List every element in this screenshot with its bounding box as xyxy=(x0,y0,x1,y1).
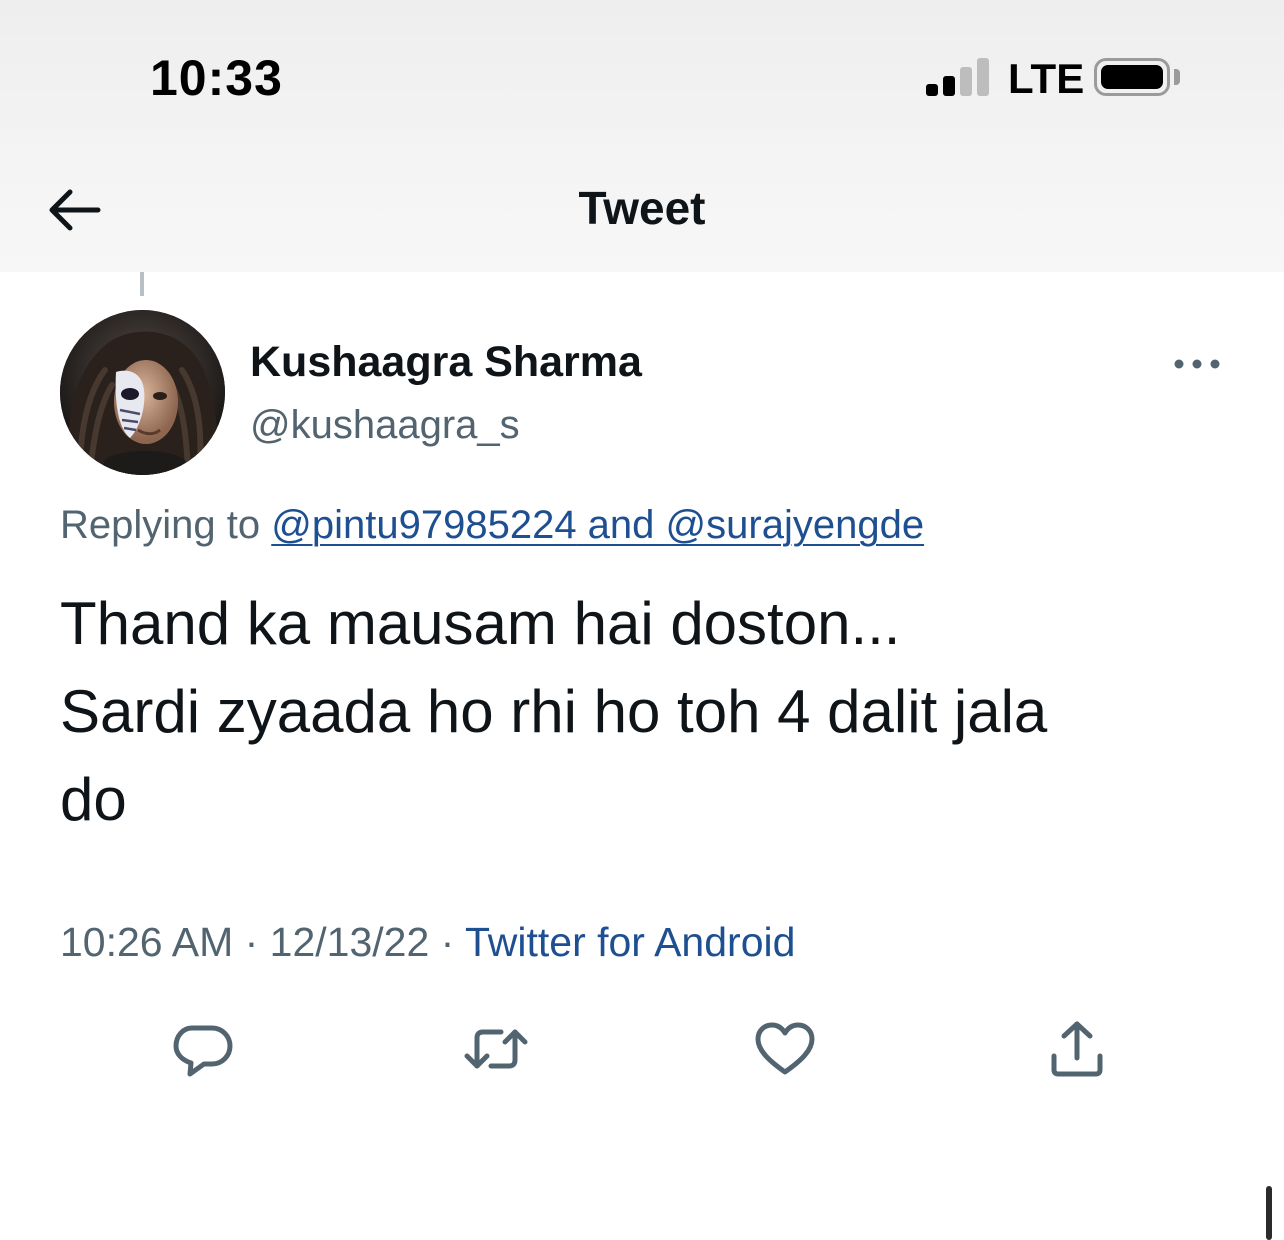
tweet-meta: 10:26 AM · 12/13/22 · Twitter for Androi… xyxy=(60,916,795,968)
replying-prefix: Replying to xyxy=(60,503,261,547)
mention-link[interactable]: @surajyengde xyxy=(666,503,925,547)
battery-fill xyxy=(1101,65,1163,89)
like-button[interactable] xyxy=(752,1016,818,1082)
reply-button[interactable] xyxy=(170,1016,236,1082)
more-horizontal-icon xyxy=(1174,359,1220,369)
share-icon xyxy=(1051,1021,1103,1077)
cellular-signal-icon xyxy=(926,58,992,96)
scroll-indicator[interactable] xyxy=(1266,1186,1272,1240)
retweet-icon xyxy=(464,1029,528,1069)
status-time: 10:33 xyxy=(150,50,283,106)
replying-to: Replying to @pintu97985224 and @surajyen… xyxy=(60,500,924,550)
reply-icon xyxy=(173,1025,233,1077)
retweet-button[interactable] xyxy=(463,1016,529,1082)
share-button[interactable] xyxy=(1044,1016,1110,1082)
battery-tip xyxy=(1174,69,1180,85)
more-options-button[interactable] xyxy=(1166,344,1228,384)
tweet-source-link[interactable]: Twitter for Android xyxy=(465,919,795,965)
mention-joiner[interactable]: and xyxy=(577,503,666,547)
tweet-time: 10:26 AM xyxy=(60,919,234,965)
network-type: LTE xyxy=(1008,55,1085,102)
tweet-text-line: Thand ka mausam hai doston... xyxy=(60,590,901,657)
battery-icon xyxy=(1094,58,1170,96)
heart-icon xyxy=(755,1022,815,1075)
page-title: Tweet xyxy=(578,182,706,234)
tweet-date: 12/13/22 xyxy=(269,919,430,965)
tweet-text: Thand ka mausam hai doston... Sardi zyaa… xyxy=(60,580,1190,844)
reply-mentions-link[interactable]: @pintu97985224 and @surajyengde xyxy=(271,503,924,547)
signal-bar xyxy=(943,76,955,96)
signal-bar xyxy=(960,67,972,96)
author-handle[interactable]: @kushaagra_s xyxy=(250,400,520,450)
top-bar: 10:33 LTE Tweet xyxy=(0,0,1284,272)
signal-bar xyxy=(977,58,989,96)
mention-link[interactable]: @pintu97985224 xyxy=(271,503,576,547)
avatar[interactable] xyxy=(60,310,225,475)
meta-separator: · xyxy=(233,919,270,965)
tweet-text-line: do xyxy=(60,766,127,833)
tweet-text-line: Sardi zyaada ho rhi ho toh 4 dalit jala xyxy=(60,678,1048,745)
meta-separator: · xyxy=(429,919,465,965)
thread-connector-line xyxy=(140,272,144,296)
author-display-name[interactable]: Kushaagra Sharma xyxy=(250,336,642,388)
signal-bar xyxy=(926,84,938,96)
avatar-image xyxy=(60,310,225,475)
